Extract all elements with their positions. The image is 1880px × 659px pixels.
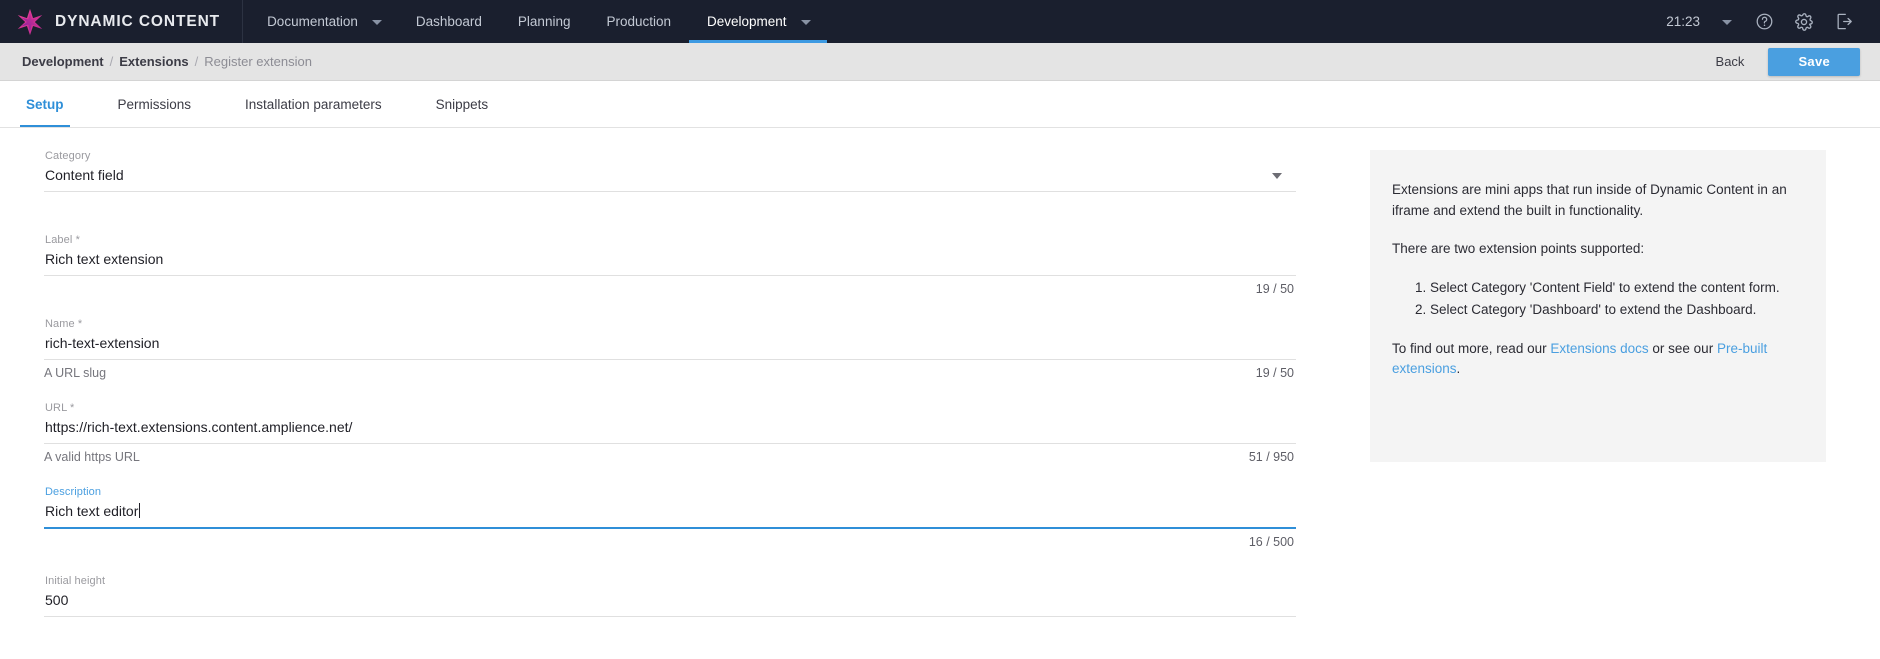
- chevron-down-icon: [371, 19, 382, 25]
- label-input-value: Rich text extension: [45, 251, 164, 267]
- brand-logo-area[interactable]: DYNAMIC CONTENT: [0, 0, 244, 43]
- info-outro-middle: or see our: [1648, 340, 1717, 356]
- field-name: Name * rich-text-extension A URL slug 19…: [44, 318, 1300, 380]
- url-input[interactable]: https://rich-text.extensions.content.amp…: [44, 419, 1296, 444]
- list-item: Select Category 'Dashboard' to extend th…: [1430, 300, 1804, 321]
- field-counter-name: 19 / 50: [1255, 366, 1294, 380]
- field-label-description: Description: [45, 486, 102, 498]
- back-button[interactable]: Back: [1706, 48, 1755, 75]
- initial-height-input-value: 500: [45, 592, 69, 608]
- field-label-category: Category: [45, 150, 91, 162]
- tab-setup[interactable]: Setup: [20, 81, 70, 127]
- field-label-initial-height: Initial height: [45, 575, 106, 587]
- tab-label: Permissions: [117, 96, 192, 112]
- page-content: Category Content field Label * Rich text…: [0, 128, 1880, 659]
- nav-item-label: Production: [606, 14, 672, 29]
- breadcrumb-bar: Development / Extensions / Register exte…: [0, 43, 1880, 81]
- field-footer-name: A URL slug 19 / 50: [44, 360, 1296, 380]
- info-panel-column: Extensions are mini apps that run inside…: [1370, 150, 1826, 659]
- amplience-star-logo-icon: [17, 8, 43, 35]
- field-label-url: URL *: [45, 402, 75, 414]
- tab-snippets[interactable]: Snippets: [432, 81, 493, 127]
- clock-display: 21:23: [1666, 14, 1700, 29]
- tab-label: Snippets: [435, 96, 489, 112]
- primary-nav-items: Documentation Dashboard Planning Product…: [249, 0, 827, 43]
- nav-item-label: Planning: [517, 14, 571, 29]
- extension-setup-form: Category Content field Label * Rich text…: [0, 150, 1300, 659]
- extensions-docs-link[interactable]: Extensions docs: [1550, 341, 1648, 356]
- chevron-down-icon: [800, 19, 811, 25]
- breadcrumb-separator: /: [109, 54, 114, 69]
- breadcrumb-actions: Back Save: [1706, 47, 1860, 76]
- tab-label: Setup: [26, 96, 64, 112]
- description-input-value: Rich text editor: [45, 503, 141, 519]
- nav-right-actions: 21:23: [1656, 0, 1880, 43]
- info-extension-points-list: Select Category 'Content Field' to exten…: [1392, 278, 1804, 321]
- field-counter-label: 19 / 50: [1255, 282, 1294, 296]
- category-select[interactable]: Content field: [44, 167, 1296, 192]
- field-hint-name: A URL slug: [44, 366, 107, 380]
- tab-installation-parameters[interactable]: Installation parameters: [241, 81, 386, 127]
- breadcrumb: Development / Extensions / Register exte…: [22, 54, 312, 69]
- field-footer-category: [44, 192, 1296, 212]
- field-counter-description: 16 / 500: [1248, 535, 1294, 549]
- info-paragraph-1: Extensions are mini apps that run inside…: [1392, 182, 1787, 218]
- chevron-down-icon[interactable]: [1272, 173, 1282, 179]
- nav-item-development[interactable]: Development: [689, 0, 827, 43]
- help-circle-icon[interactable]: [1744, 0, 1784, 43]
- top-navigation-bar: DYNAMIC CONTENT Documentation Dashboard …: [0, 0, 1880, 43]
- field-counter-url: 51 / 950: [1248, 450, 1294, 464]
- nav-item-label: Documentation: [267, 14, 358, 29]
- info-paragraph-outro: To find out more, read our Extensions do…: [1392, 339, 1804, 380]
- nav-item-planning[interactable]: Planning: [500, 0, 589, 43]
- field-initial-height: Initial height 500: [44, 575, 1300, 617]
- breadcrumb-separator: /: [194, 54, 199, 69]
- category-select-value: Content field: [45, 167, 124, 183]
- field-footer-label: 19 / 50: [44, 276, 1296, 296]
- nav-item-dashboard[interactable]: Dashboard: [398, 0, 500, 43]
- field-description: Description Rich text editor 16 / 500: [44, 486, 1300, 549]
- save-button[interactable]: Save: [1768, 47, 1860, 76]
- url-input-value: https://rich-text.extensions.content.amp…: [45, 419, 353, 435]
- tab-label: Installation parameters: [245, 96, 382, 112]
- name-input-value: rich-text-extension: [45, 335, 160, 351]
- description-input[interactable]: Rich text editor: [44, 503, 1296, 529]
- label-input[interactable]: Rich text extension: [44, 251, 1296, 276]
- field-label-label: Label *: [45, 234, 80, 246]
- field-label-wrapper: Label * Rich text extension 19 / 50: [44, 234, 1300, 296]
- logout-icon[interactable]: [1824, 0, 1864, 43]
- breadcrumb-item-register-extension: Register extension: [204, 54, 312, 69]
- gear-icon[interactable]: [1784, 0, 1824, 43]
- clock-chevron-down-icon[interactable]: [1710, 0, 1744, 43]
- field-url: URL * https://rich-text.extensions.conte…: [44, 402, 1300, 464]
- breadcrumb-item-development[interactable]: Development: [22, 54, 104, 69]
- nav-item-production[interactable]: Production: [588, 0, 689, 43]
- list-item: Select Category 'Content Field' to exten…: [1430, 278, 1804, 299]
- tab-bar: Setup Permissions Installation parameter…: [0, 81, 1880, 128]
- nav-item-label: Dashboard: [415, 14, 482, 29]
- initial-height-input[interactable]: 500: [44, 592, 1296, 617]
- field-footer-description: 16 / 500: [44, 529, 1296, 549]
- nav-item-label: Development: [707, 14, 787, 29]
- field-footer-url: A valid https URL 51 / 950: [44, 444, 1296, 464]
- field-hint-url: A valid https URL: [44, 450, 140, 464]
- info-outro-prefix: To find out more, read our: [1392, 340, 1551, 356]
- info-panel: Extensions are mini apps that run inside…: [1370, 150, 1826, 462]
- info-paragraph-2: There are two extension points supported…: [1392, 241, 1645, 257]
- info-outro-suffix: .: [1456, 361, 1461, 377]
- breadcrumb-item-extensions[interactable]: Extensions: [119, 54, 188, 69]
- tab-permissions[interactable]: Permissions: [114, 81, 196, 127]
- field-category: Category Content field: [44, 150, 1300, 212]
- text-cursor: [139, 503, 141, 518]
- brand-name: DYNAMIC CONTENT: [55, 12, 221, 30]
- nav-item-documentation[interactable]: Documentation: [249, 0, 398, 43]
- name-input[interactable]: rich-text-extension: [44, 335, 1296, 360]
- field-label-name: Name *: [45, 318, 83, 330]
